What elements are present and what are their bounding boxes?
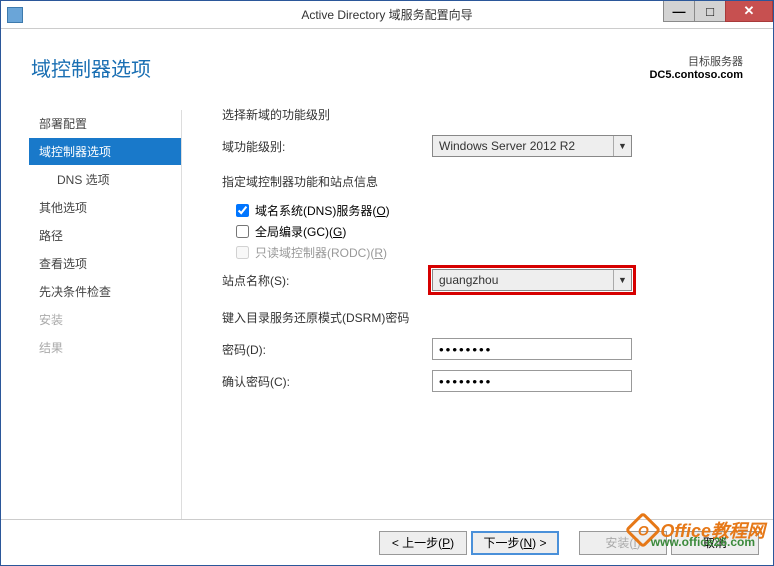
window-controls: — □ ✕	[664, 0, 773, 22]
page-title: 域控制器选项	[31, 53, 151, 82]
password-label: 密码(D):	[222, 341, 432, 358]
confirm-password-field[interactable]	[432, 370, 632, 392]
gc-checkbox[interactable]	[236, 225, 249, 238]
rodc-checkbox-label: 只读域控制器(RODC)(R)	[255, 244, 387, 261]
target-server: 目标服务器 DC5.contoso.com	[649, 53, 743, 81]
dsrm-section: 键入目录服务还原模式(DSRM)密码	[222, 309, 733, 326]
sidebar: 部署配置域控制器选项DNS 选项其他选项路径查看选项先决条件检查安装结果	[1, 90, 181, 566]
sidebar-step-3[interactable]: 其他选项	[29, 194, 181, 221]
password-field[interactable]	[432, 338, 632, 360]
sidebar-step-1[interactable]: 域控制器选项	[29, 138, 181, 165]
app-icon	[7, 7, 23, 23]
close-button[interactable]: ✕	[725, 0, 773, 22]
footer: < 上一步(P) 下一步(N) > 安装(I) 取消	[1, 519, 773, 565]
maximize-button[interactable]: □	[694, 0, 726, 22]
domain-functional-level-value: Windows Server 2012 R2	[439, 139, 575, 153]
confirm-password-label: 确认密码(C):	[222, 373, 432, 390]
target-server-value: DC5.contoso.com	[649, 69, 743, 81]
sidebar-step-6[interactable]: 先决条件检查	[29, 278, 181, 305]
window-title: Active Directory 域服务配置向导	[301, 6, 472, 23]
dns-checkbox-label: 域名系统(DNS)服务器(O)	[255, 202, 390, 219]
gc-checkbox-row[interactable]: 全局编录(GC)(G)	[236, 223, 733, 240]
domain-functional-level-select[interactable]: Windows Server 2012 R2 ▼	[432, 135, 632, 157]
chevron-down-icon: ▼	[613, 270, 631, 290]
dc-capabilities-section: 指定域控制器功能和站点信息	[222, 173, 733, 190]
titlebar: Active Directory 域服务配置向导 — □ ✕	[1, 1, 773, 29]
main-panel: 选择新域的功能级别 域功能级别: Windows Server 2012 R2 …	[182, 90, 753, 566]
dns-checkbox[interactable]	[236, 204, 249, 217]
gc-checkbox-label: 全局编录(GC)(G)	[255, 223, 346, 240]
domain-functional-level-label: 域功能级别:	[222, 138, 432, 155]
dns-checkbox-row[interactable]: 域名系统(DNS)服务器(O)	[236, 202, 733, 219]
cancel-button[interactable]: 取消	[671, 531, 759, 555]
minimize-button[interactable]: —	[663, 0, 695, 22]
sidebar-step-4[interactable]: 路径	[29, 222, 181, 249]
previous-button[interactable]: < 上一步(P)	[379, 531, 467, 555]
sidebar-step-2[interactable]: DNS 选项	[29, 166, 181, 193]
rodc-checkbox	[236, 246, 249, 259]
functional-level-section: 选择新域的功能级别	[222, 106, 733, 123]
sidebar-step-8: 结果	[29, 334, 181, 361]
target-server-label: 目标服务器	[649, 53, 743, 69]
sidebar-step-5[interactable]: 查看选项	[29, 250, 181, 277]
site-name-label: 站点名称(S):	[222, 272, 432, 289]
sidebar-step-7: 安装	[29, 306, 181, 333]
wizard-window: Active Directory 域服务配置向导 — □ ✕ 域控制器选项 目标…	[0, 0, 774, 566]
sidebar-step-0[interactable]: 部署配置	[29, 110, 181, 137]
site-name-select[interactable]: guangzhou ▼	[432, 269, 632, 291]
site-name-value: guangzhou	[439, 273, 498, 287]
next-button[interactable]: 下一步(N) >	[471, 531, 559, 555]
chevron-down-icon: ▼	[613, 136, 631, 156]
install-button: 安装(I)	[579, 531, 667, 555]
rodc-checkbox-row: 只读域控制器(RODC)(R)	[236, 244, 733, 261]
header: 域控制器选项 目标服务器 DC5.contoso.com	[1, 29, 773, 90]
